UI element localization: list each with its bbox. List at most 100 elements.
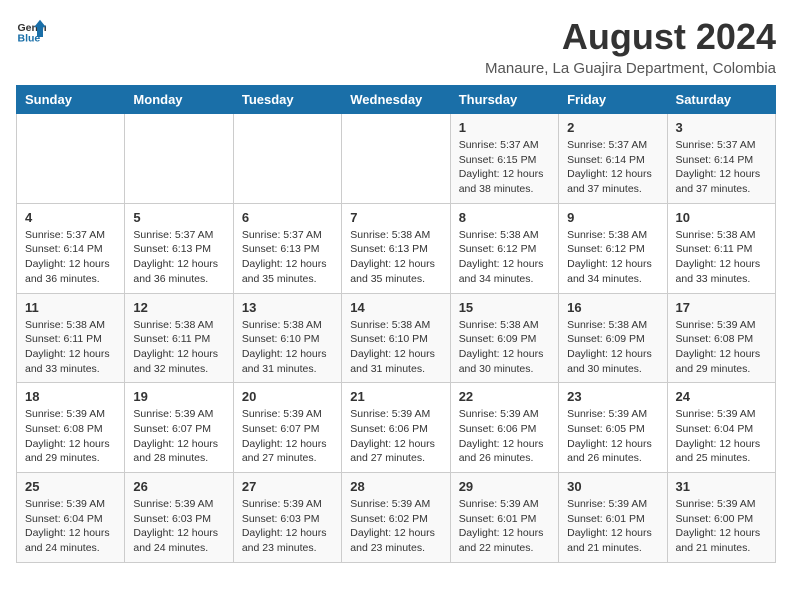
calendar-cell: 15 Sunrise: 5:38 AM Sunset: 6:09 PM Dayli…	[450, 293, 558, 383]
calendar-cell	[233, 114, 341, 204]
calendar-cell: 30 Sunrise: 5:39 AM Sunset: 6:01 PM Dayli…	[559, 473, 667, 563]
calendar-cell: 8 Sunrise: 5:38 AM Sunset: 6:12 PM Daylig…	[450, 203, 558, 293]
calendar-week-row: 18 Sunrise: 5:39 AM Sunset: 6:08 PM Dayli…	[17, 383, 776, 473]
calendar-week-row: 11 Sunrise: 5:38 AM Sunset: 6:11 PM Dayli…	[17, 293, 776, 383]
weekday-header-saturday: Saturday	[667, 86, 775, 114]
weekday-header-row: SundayMondayTuesdayWednesdayThursdayFrid…	[17, 86, 776, 114]
calendar-cell: 20Sunrise: 5:39 AM Sunset: 6:07 PM Dayli…	[233, 383, 341, 473]
calendar-cell: 25Sunrise: 5:39 AM Sunset: 6:04 PM Dayli…	[17, 473, 125, 563]
calendar-cell: 17 Sunrise: 5:39 AM Sunset: 6:08 PM Dayli…	[667, 293, 775, 383]
day-info: Sunrise: 5:37 AM Sunset: 6:15 PM Dayligh…	[459, 138, 550, 197]
day-number: 26	[133, 479, 224, 494]
day-info: Sunrise: 5:39 AM Sunset: 6:01 PM Dayligh…	[459, 497, 550, 556]
day-info: Sunrise: 5:39 AM Sunset: 6:01 PM Dayligh…	[567, 497, 658, 556]
day-info: Sunrise: 5:37 AM Sunset: 6:13 PM Dayligh…	[133, 228, 224, 287]
calendar-cell: 16 Sunrise: 5:38 AM Sunset: 6:09 PM Dayli…	[559, 293, 667, 383]
day-number: 8	[459, 210, 550, 225]
day-number: 31	[676, 479, 767, 494]
calendar-table: SundayMondayTuesdayWednesdayThursdayFrid…	[16, 85, 776, 563]
location-subtitle: Manaure, La Guajira Department, Colombia	[485, 60, 776, 77]
day-number: 28	[350, 479, 441, 494]
calendar-cell: 14Sunrise: 5:38 AM Sunset: 6:10 PM Dayli…	[342, 293, 450, 383]
day-info: Sunrise: 5:37 AM Sunset: 6:14 PM Dayligh…	[567, 138, 658, 197]
calendar-cell: 13 Sunrise: 5:38 AM Sunset: 6:10 PM Dayli…	[233, 293, 341, 383]
day-info: Sunrise: 5:39 AM Sunset: 6:00 PM Dayligh…	[676, 497, 767, 556]
day-info: Sunrise: 5:39 AM Sunset: 6:08 PM Dayligh…	[25, 407, 116, 466]
calendar-cell: 9Sunrise: 5:38 AM Sunset: 6:12 PM Daylig…	[559, 203, 667, 293]
day-info: Sunrise: 5:39 AM Sunset: 6:04 PM Dayligh…	[676, 407, 767, 466]
calendar-cell: 6Sunrise: 5:37 AM Sunset: 6:13 PM Daylig…	[233, 203, 341, 293]
day-number: 4	[25, 210, 116, 225]
day-number: 30	[567, 479, 658, 494]
day-info: Sunrise: 5:39 AM Sunset: 6:07 PM Dayligh…	[133, 407, 224, 466]
day-number: 10	[676, 210, 767, 225]
calendar-cell: 24 Sunrise: 5:39 AM Sunset: 6:04 PM Dayli…	[667, 383, 775, 473]
calendar-cell: 19 Sunrise: 5:39 AM Sunset: 6:07 PM Dayli…	[125, 383, 233, 473]
day-number: 29	[459, 479, 550, 494]
calendar-week-row: 1 Sunrise: 5:37 AM Sunset: 6:15 PM Daylig…	[17, 114, 776, 204]
day-info: Sunrise: 5:38 AM Sunset: 6:10 PM Dayligh…	[242, 318, 333, 377]
calendar-week-row: 25Sunrise: 5:39 AM Sunset: 6:04 PM Dayli…	[17, 473, 776, 563]
day-info: Sunrise: 5:38 AM Sunset: 6:11 PM Dayligh…	[133, 318, 224, 377]
calendar-cell: 29 Sunrise: 5:39 AM Sunset: 6:01 PM Dayli…	[450, 473, 558, 563]
day-number: 5	[133, 210, 224, 225]
day-info: Sunrise: 5:38 AM Sunset: 6:09 PM Dayligh…	[567, 318, 658, 377]
day-number: 18	[25, 389, 116, 404]
day-number: 3	[676, 120, 767, 135]
calendar-cell: 5 Sunrise: 5:37 AM Sunset: 6:13 PM Daylig…	[125, 203, 233, 293]
day-number: 16	[567, 300, 658, 315]
day-number: 7	[350, 210, 441, 225]
weekday-header-wednesday: Wednesday	[342, 86, 450, 114]
logo: General Blue	[16, 16, 46, 46]
calendar-cell: 11Sunrise: 5:38 AM Sunset: 6:11 PM Dayli…	[17, 293, 125, 383]
day-number: 19	[133, 389, 224, 404]
calendar-cell: 23Sunrise: 5:39 AM Sunset: 6:05 PM Dayli…	[559, 383, 667, 473]
day-info: Sunrise: 5:38 AM Sunset: 6:11 PM Dayligh…	[676, 228, 767, 287]
month-year-title: August 2024	[485, 16, 776, 58]
day-info: Sunrise: 5:39 AM Sunset: 6:03 PM Dayligh…	[242, 497, 333, 556]
calendar-cell	[342, 114, 450, 204]
day-number: 15	[459, 300, 550, 315]
calendar-cell: 4 Sunrise: 5:37 AM Sunset: 6:14 PM Daylig…	[17, 203, 125, 293]
calendar-cell: 27 Sunrise: 5:39 AM Sunset: 6:03 PM Dayli…	[233, 473, 341, 563]
weekday-header-friday: Friday	[559, 86, 667, 114]
day-info: Sunrise: 5:38 AM Sunset: 6:13 PM Dayligh…	[350, 228, 441, 287]
day-number: 14	[350, 300, 441, 315]
weekday-header-thursday: Thursday	[450, 86, 558, 114]
day-number: 1	[459, 120, 550, 135]
calendar-cell: 12Sunrise: 5:38 AM Sunset: 6:11 PM Dayli…	[125, 293, 233, 383]
day-number: 24	[676, 389, 767, 404]
calendar-cell: 10 Sunrise: 5:38 AM Sunset: 6:11 PM Dayli…	[667, 203, 775, 293]
day-info: Sunrise: 5:38 AM Sunset: 6:12 PM Dayligh…	[459, 228, 550, 287]
day-info: Sunrise: 5:38 AM Sunset: 6:09 PM Dayligh…	[459, 318, 550, 377]
calendar-cell: 1 Sunrise: 5:37 AM Sunset: 6:15 PM Daylig…	[450, 114, 558, 204]
calendar-cell: 7 Sunrise: 5:38 AM Sunset: 6:13 PM Daylig…	[342, 203, 450, 293]
calendar-cell: 22 Sunrise: 5:39 AM Sunset: 6:06 PM Dayli…	[450, 383, 558, 473]
day-number: 17	[676, 300, 767, 315]
svg-text:Blue: Blue	[18, 33, 41, 45]
day-number: 11	[25, 300, 116, 315]
calendar-cell: 28 Sunrise: 5:39 AM Sunset: 6:02 PM Dayli…	[342, 473, 450, 563]
page-header: General Blue August 2024 Manaure, La Gua…	[16, 16, 776, 77]
day-info: Sunrise: 5:39 AM Sunset: 6:04 PM Dayligh…	[25, 497, 116, 556]
day-info: Sunrise: 5:39 AM Sunset: 6:06 PM Dayligh…	[459, 407, 550, 466]
day-info: Sunrise: 5:39 AM Sunset: 6:08 PM Dayligh…	[676, 318, 767, 377]
calendar-body: 1 Sunrise: 5:37 AM Sunset: 6:15 PM Daylig…	[17, 114, 776, 563]
day-number: 27	[242, 479, 333, 494]
calendar-cell	[125, 114, 233, 204]
day-info: Sunrise: 5:38 AM Sunset: 6:12 PM Dayligh…	[567, 228, 658, 287]
title-section: August 2024 Manaure, La Guajira Departme…	[485, 16, 776, 77]
calendar-week-row: 4 Sunrise: 5:37 AM Sunset: 6:14 PM Daylig…	[17, 203, 776, 293]
day-number: 20	[242, 389, 333, 404]
day-number: 6	[242, 210, 333, 225]
day-info: Sunrise: 5:39 AM Sunset: 6:03 PM Dayligh…	[133, 497, 224, 556]
day-info: Sunrise: 5:39 AM Sunset: 6:06 PM Dayligh…	[350, 407, 441, 466]
day-number: 2	[567, 120, 658, 135]
logo-icon: General Blue	[16, 16, 46, 46]
day-info: Sunrise: 5:37 AM Sunset: 6:14 PM Dayligh…	[25, 228, 116, 287]
weekday-header-sunday: Sunday	[17, 86, 125, 114]
day-number: 22	[459, 389, 550, 404]
day-info: Sunrise: 5:39 AM Sunset: 6:02 PM Dayligh…	[350, 497, 441, 556]
day-number: 13	[242, 300, 333, 315]
day-number: 23	[567, 389, 658, 404]
